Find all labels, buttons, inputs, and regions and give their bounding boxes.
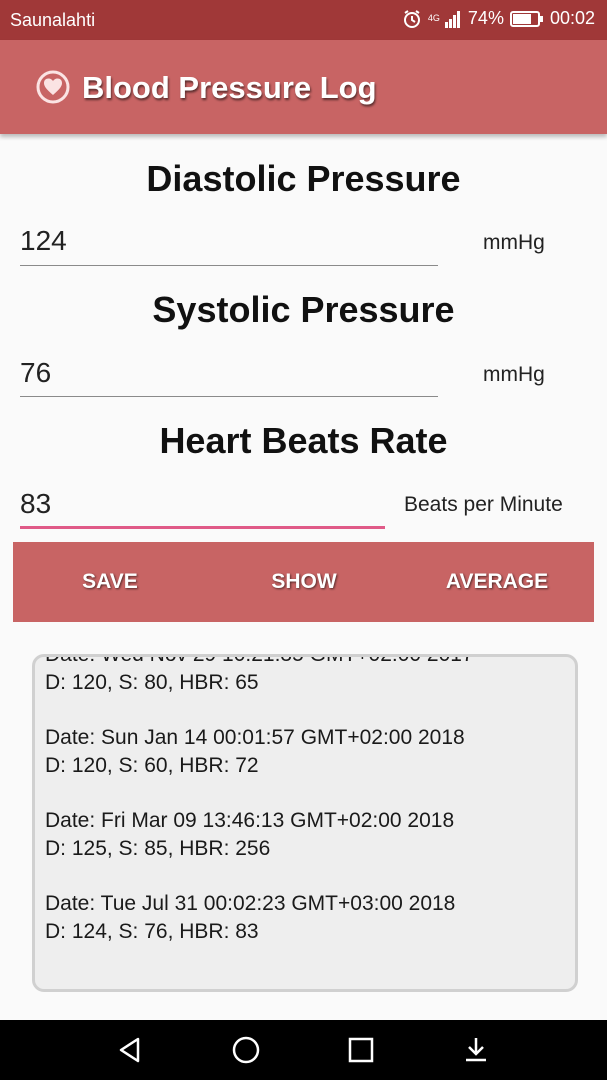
log-entry: Date: Sun Jan 14 00:01:57 GMT+02:00 2018… (45, 724, 567, 780)
log-entry-date: Date: Tue Jul 31 00:02:23 GMT+03:00 2018 (45, 892, 456, 915)
status-icons: 4G 74% 00:02 (402, 8, 595, 29)
app-bar: Blood Pressure Log (0, 40, 607, 134)
log-entry-values: D: 124, S: 76, HBR: 83 (45, 920, 259, 943)
signal-icon (444, 10, 462, 28)
heart-rate-unit: Beats per Minute (404, 493, 563, 516)
average-button[interactable]: AVERAGE (402, 542, 592, 622)
systolic-underline (20, 396, 438, 397)
recents-icon[interactable] (345, 1034, 377, 1066)
log-entry-date: Date: Wed Nov 29 10:21:35 GMT+02:00 2017 (45, 654, 474, 666)
systolic-heading: Systolic Pressure (152, 289, 455, 330)
action-button-bar: SAVE SHOW AVERAGE (13, 542, 594, 622)
heart-rate-underline (20, 526, 385, 529)
log-entry-date: Date: Fri Mar 09 13:46:13 GMT+02:00 2018 (45, 809, 455, 832)
navigation-bar (0, 1020, 607, 1080)
log-entry-date: Date: Sun Jan 14 00:01:57 GMT+02:00 2018 (45, 726, 465, 749)
log-entry-values: D: 120, S: 60, HBR: 72 (45, 754, 259, 777)
network-type-label: 4G (427, 13, 440, 23)
alarm-icon (402, 9, 422, 29)
heart-icon (36, 70, 70, 104)
battery-percent: 74% (467, 8, 504, 28)
battery-icon (509, 10, 544, 28)
clock: 00:02 (549, 8, 595, 28)
notifications-pull-icon[interactable] (460, 1034, 492, 1066)
diastolic-underline (20, 265, 438, 266)
app-title: Blood Pressure Log (82, 70, 377, 105)
log-entry-values: D: 120, S: 80, HBR: 65 (45, 671, 259, 694)
systolic-unit: mmHg (483, 363, 545, 386)
log-entry: Date: Tue Jul 31 00:02:23 GMT+03:00 2018… (45, 890, 567, 946)
carrier-label: Saunalahti (10, 10, 96, 30)
log-entry-values: D: 125, S: 85, HBR: 256 (45, 837, 271, 860)
diastolic-input[interactable] (20, 223, 438, 259)
home-icon[interactable] (230, 1034, 262, 1066)
diastolic-unit: mmHg (483, 231, 545, 254)
back-icon[interactable] (114, 1034, 146, 1066)
heart-rate-heading: Heart Beats Rate (159, 420, 448, 461)
log-entry: Date: Wed Nov 29 10:21:35 GMT+02:00 2017… (45, 654, 567, 697)
log-list[interactable]: Date: Wed Nov 29 10:21:35 GMT+02:00 2017… (32, 654, 578, 992)
save-button[interactable]: SAVE (15, 542, 205, 622)
log-entries: Date: Wed Nov 29 10:21:35 GMT+02:00 2017… (45, 654, 567, 973)
diastolic-heading: Diastolic Pressure (146, 158, 461, 199)
status-bar: Saunalahti 4G 74% 00:02 (0, 0, 607, 40)
heart-rate-input[interactable] (20, 486, 385, 522)
show-button[interactable]: SHOW (209, 542, 399, 622)
log-entry: Date: Fri Mar 09 13:46:13 GMT+02:00 2018… (45, 807, 567, 863)
systolic-input[interactable] (20, 355, 438, 391)
